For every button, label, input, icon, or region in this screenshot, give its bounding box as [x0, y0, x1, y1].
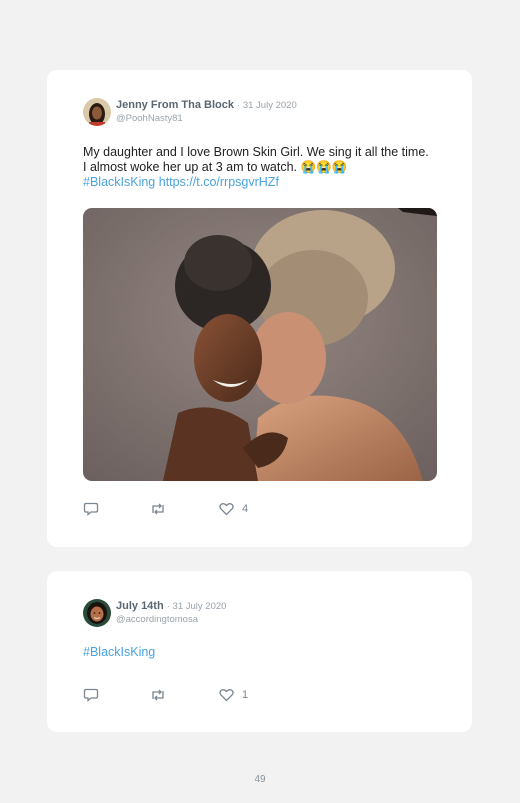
- reply-button[interactable]: [83, 502, 99, 516]
- tweet-card: July 14th · 31 July 2020 @accordingtomos…: [47, 571, 472, 732]
- author-handle[interactable]: @PoohNasty81: [116, 113, 183, 124]
- retweet-button[interactable]: [149, 502, 167, 516]
- author-name[interactable]: Jenny From Tha Block: [116, 99, 234, 111]
- tweet-text: My daughter and I love Brown Skin Girl. …: [83, 145, 433, 190]
- tweet-date[interactable]: · 31 July 2020: [237, 100, 297, 111]
- like-button[interactable]: 4: [219, 502, 248, 516]
- url-link[interactable]: https://t.co/rrpsgvrHZf: [159, 175, 279, 189]
- author-line: Jenny From Tha Block · 31 July 2020: [116, 99, 297, 111]
- hashtag-link[interactable]: #BlackIsKing: [83, 645, 155, 659]
- tweet-photo[interactable]: [83, 208, 437, 481]
- author-name[interactable]: July 14th: [116, 600, 164, 612]
- reply-button[interactable]: [83, 688, 99, 702]
- tweet-text: #BlackIsKing: [83, 645, 433, 660]
- avatar[interactable]: [83, 599, 111, 627]
- reply-icon: [83, 502, 99, 516]
- page-number: 49: [254, 774, 266, 785]
- author-line: July 14th · 31 July 2020: [116, 600, 226, 612]
- hashtag-link[interactable]: #BlackIsKing: [83, 175, 155, 189]
- like-count: 4: [242, 503, 249, 515]
- tweet-date[interactable]: · 31 July 2020: [167, 601, 227, 612]
- avatar[interactable]: [83, 98, 111, 126]
- heart-icon: [219, 503, 234, 516]
- retweet-icon: [152, 689, 164, 701]
- author-handle[interactable]: @accordingtomosa: [116, 614, 198, 625]
- like-button[interactable]: 1: [219, 688, 248, 702]
- retweet-button[interactable]: [149, 688, 167, 702]
- tweet-body: My daughter and I love Brown Skin Girl. …: [83, 145, 429, 174]
- like-count: 1: [242, 689, 249, 701]
- heart-icon: [219, 689, 234, 702]
- retweet-icon: [152, 503, 164, 515]
- reply-icon: [83, 688, 99, 702]
- tweet-card: Jenny From Tha Block · 31 July 2020 @Poo…: [47, 70, 472, 547]
